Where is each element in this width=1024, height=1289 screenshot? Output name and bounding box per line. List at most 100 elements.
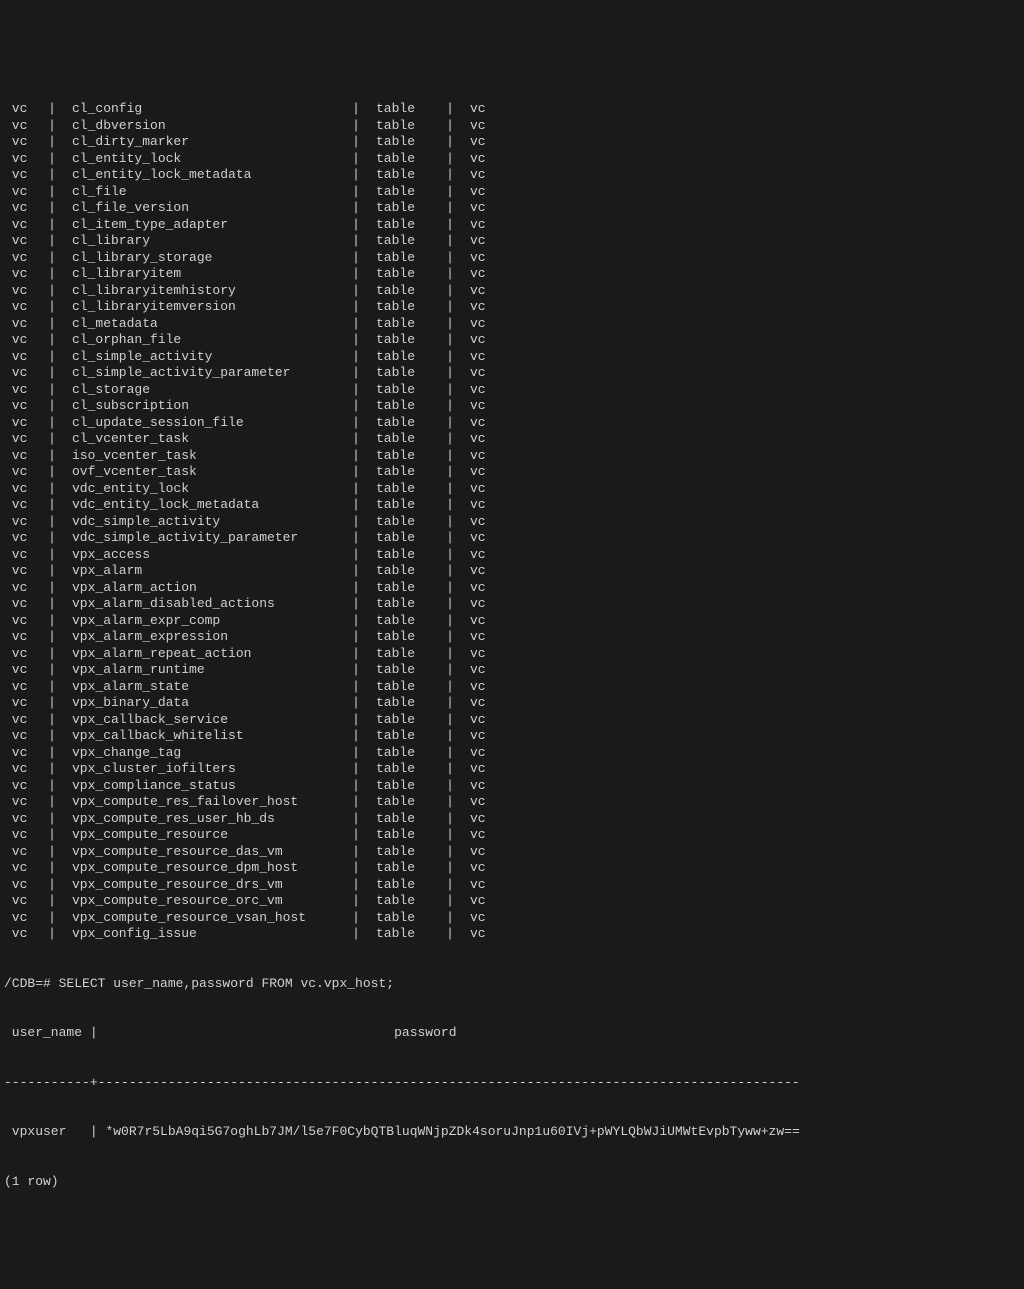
result-header: user_name | password xyxy=(4,1025,1020,1042)
table-row: vc|cl_file_version|table|vc xyxy=(4,200,1020,217)
schema-cell: vc xyxy=(4,382,32,399)
owner-cell: vc xyxy=(470,580,486,597)
type-cell: table xyxy=(376,926,430,943)
type-cell: table xyxy=(376,893,430,910)
name-cell: vdc_entity_lock xyxy=(72,481,336,498)
schema-cell: vc xyxy=(4,563,32,580)
schema-cell: vc xyxy=(4,530,32,547)
separator: | xyxy=(336,679,376,696)
separator: | xyxy=(336,580,376,597)
owner-cell: vc xyxy=(470,926,486,943)
separator: | xyxy=(32,596,72,613)
owner-cell: vc xyxy=(470,283,486,300)
name-cell: vpx_alarm_runtime xyxy=(72,662,336,679)
separator: | xyxy=(32,167,72,184)
separator: | xyxy=(32,448,72,465)
table-row: vc|cl_simple_activity_parameter|table|vc xyxy=(4,365,1020,382)
separator: | xyxy=(430,893,470,910)
name-cell: vpx_access xyxy=(72,547,336,564)
owner-cell: vc xyxy=(470,712,486,729)
separator: | xyxy=(430,844,470,861)
separator: | xyxy=(32,860,72,877)
separator: | xyxy=(32,926,72,943)
separator: | xyxy=(336,844,376,861)
owner-cell: vc xyxy=(470,761,486,778)
terminal-output[interactable]: vc|cl_config|table|vc vc|cl_dbversion|ta… xyxy=(4,68,1020,1207)
separator: | xyxy=(32,811,72,828)
separator: | xyxy=(430,860,470,877)
schema-cell: vc xyxy=(4,662,32,679)
separator: | xyxy=(430,679,470,696)
separator: | xyxy=(430,629,470,646)
schema-cell: vc xyxy=(4,283,32,300)
separator: | xyxy=(32,514,72,531)
separator: | xyxy=(430,200,470,217)
name-cell: vpx_alarm xyxy=(72,563,336,580)
schema-cell: vc xyxy=(4,266,32,283)
separator: | xyxy=(32,382,72,399)
name-cell: cl_dirty_marker xyxy=(72,134,336,151)
separator: | xyxy=(430,563,470,580)
separator: | xyxy=(32,646,72,663)
name-cell: vpx_alarm_action xyxy=(72,580,336,597)
table-row: vc|vpx_compute_resource_das_vm|table|vc xyxy=(4,844,1020,861)
name-cell: cl_dbversion xyxy=(72,118,336,135)
owner-cell: vc xyxy=(470,613,486,630)
separator: | xyxy=(430,134,470,151)
table-row: vc|vdc_simple_activity|table|vc xyxy=(4,514,1020,531)
name-cell: cl_simple_activity_parameter xyxy=(72,365,336,382)
schema-cell: vc xyxy=(4,695,32,712)
table-row: vc|cl_vcenter_task|table|vc xyxy=(4,431,1020,448)
owner-cell: vc xyxy=(470,811,486,828)
table-row: vc|vpx_compliance_status|table|vc xyxy=(4,778,1020,795)
separator: | xyxy=(336,860,376,877)
name-cell: cl_library xyxy=(72,233,336,250)
separator: | xyxy=(430,464,470,481)
separator: | xyxy=(430,547,470,564)
name-cell: vpx_alarm_repeat_action xyxy=(72,646,336,663)
separator: | xyxy=(336,596,376,613)
schema-cell: vc xyxy=(4,514,32,531)
table-row: vc|vpx_compute_resource_vsan_host|table|… xyxy=(4,910,1020,927)
schema-cell: vc xyxy=(4,398,32,415)
schema-cell: vc xyxy=(4,827,32,844)
owner-cell: vc xyxy=(470,844,486,861)
separator: | xyxy=(336,134,376,151)
name-cell: cl_subscription xyxy=(72,398,336,415)
type-cell: table xyxy=(376,811,430,828)
type-cell: table xyxy=(376,316,430,333)
type-cell: table xyxy=(376,118,430,135)
separator: | xyxy=(430,266,470,283)
name-cell: vdc_entity_lock_metadata xyxy=(72,497,336,514)
separator: | xyxy=(430,431,470,448)
table-row: vc|vpx_binary_data|table|vc xyxy=(4,695,1020,712)
separator: | xyxy=(430,613,470,630)
separator: | xyxy=(430,877,470,894)
owner-cell: vc xyxy=(470,332,486,349)
table-row: vc|vpx_alarm|table|vc xyxy=(4,563,1020,580)
separator: | xyxy=(430,794,470,811)
name-cell: vpx_alarm_expr_comp xyxy=(72,613,336,630)
table-row: vc|vdc_entity_lock_metadata|table|vc xyxy=(4,497,1020,514)
separator: | xyxy=(32,332,72,349)
schema-cell: vc xyxy=(4,613,32,630)
owner-cell: vc xyxy=(470,728,486,745)
owner-cell: vc xyxy=(470,596,486,613)
separator: | xyxy=(336,398,376,415)
type-cell: table xyxy=(376,712,430,729)
type-cell: table xyxy=(376,530,430,547)
table-row: vc|cl_libraryitem|table|vc xyxy=(4,266,1020,283)
separator: | xyxy=(32,233,72,250)
name-cell: vpx_change_tag xyxy=(72,745,336,762)
table-row: vc|vpx_alarm_expr_comp|table|vc xyxy=(4,613,1020,630)
table-row: vc|vpx_compute_resource_dpm_host|table|v… xyxy=(4,860,1020,877)
schema-cell: vc xyxy=(4,365,32,382)
table-row: vc|vpx_callback_whitelist|table|vc xyxy=(4,728,1020,745)
table-row: vc|vpx_compute_res_user_hb_ds|table|vc xyxy=(4,811,1020,828)
separator: | xyxy=(32,761,72,778)
separator: | xyxy=(430,728,470,745)
separator: | xyxy=(430,646,470,663)
table-row: vc|vpx_alarm_action|table|vc xyxy=(4,580,1020,597)
schema-cell: vc xyxy=(4,481,32,498)
separator: | xyxy=(430,481,470,498)
